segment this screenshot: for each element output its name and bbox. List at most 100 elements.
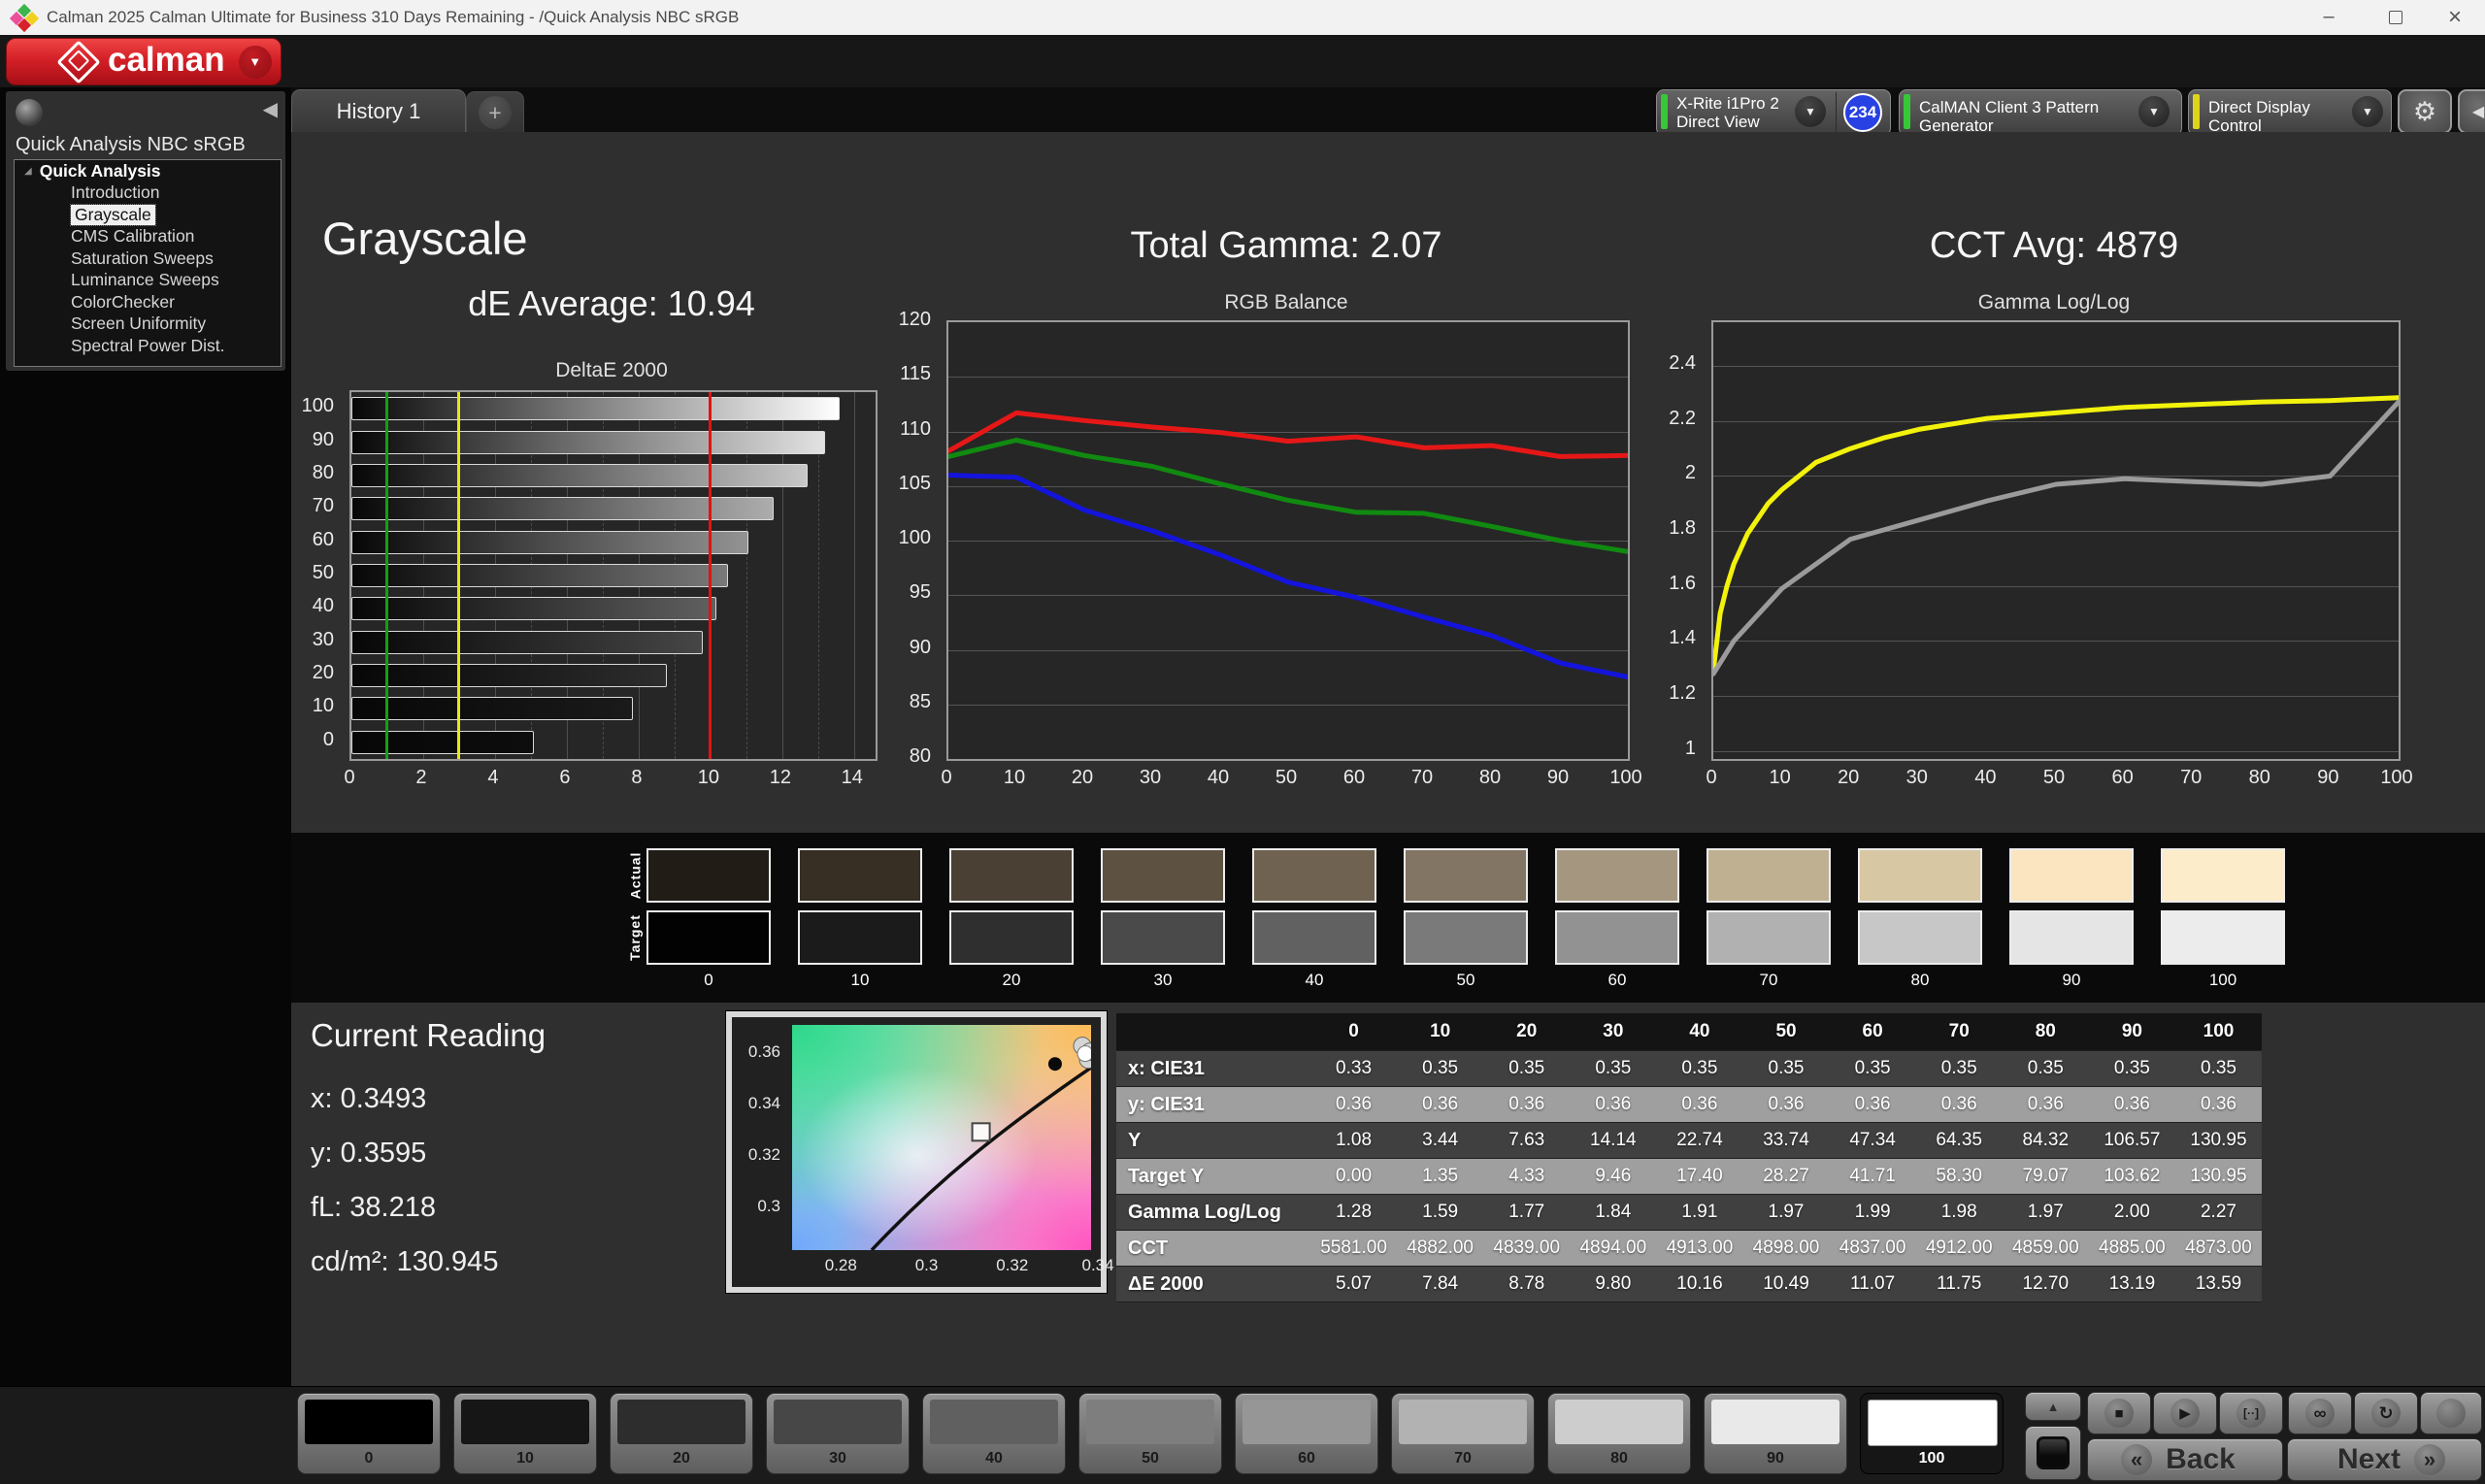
table-cell: 11.75 <box>1916 1273 2003 1295</box>
table-cell: 0.35 <box>1483 1058 1570 1079</box>
pattern-level-0[interactable]: 0 <box>297 1393 441 1474</box>
restore-button[interactable] <box>2366 0 2426 34</box>
axis-tick-label: 20 <box>1821 767 1875 789</box>
sidebar-item-saturation-sweeps[interactable]: Saturation Sweeps <box>15 247 281 270</box>
minimize-button[interactable]: – <box>2299 0 2359 34</box>
gamma-plot <box>1711 320 2401 761</box>
sidebar-item-luminance-sweeps[interactable]: Luminance Sweeps <box>15 270 281 292</box>
target-swatch-0 <box>646 910 771 965</box>
display-dropdown-arrow-icon[interactable]: ▼ <box>2352 96 2383 127</box>
pattern-level-80[interactable]: 80 <box>1547 1393 1691 1474</box>
table-cell: 0.36 <box>1916 1094 2003 1115</box>
meter-mode: Direct View <box>1676 113 1760 131</box>
table-cell: 0.36 <box>2003 1094 2089 1115</box>
table-column-header: 80 <box>2003 1021 2089 1042</box>
extra-button[interactable] <box>2420 1392 2482 1435</box>
table-cell: 10.49 <box>1742 1273 1829 1295</box>
tab-history-1[interactable]: History 1 <box>291 89 466 133</box>
table-header-row: 0102030405060708090100 <box>1116 1013 2262 1051</box>
play-button[interactable]: ▶ <box>2153 1392 2217 1435</box>
settings-button[interactable]: ⚙ <box>2398 89 2452 134</box>
table-cell: 0.36 <box>1310 1094 1397 1115</box>
collapse-panel-button[interactable]: ◀ <box>2458 89 2485 134</box>
pattern-level-10[interactable]: 10 <box>453 1393 597 1474</box>
display-control-dropdown[interactable]: Direct Display Control ▼ <box>2188 89 2392 136</box>
table-cell: 2.27 <box>2175 1202 2262 1223</box>
table-cell: 84.32 <box>2003 1130 2089 1151</box>
sidebar-item-cms-calibration[interactable]: CMS Calibration <box>15 226 281 248</box>
axis-tick-label: 40 <box>287 595 334 617</box>
table-cell: 0.36 <box>1742 1094 1829 1115</box>
table-cell: 13.19 <box>2089 1273 2175 1295</box>
pattern-panel-up-button[interactable]: ▲ <box>2025 1392 2081 1421</box>
reference-line-1 <box>385 392 388 759</box>
sidebar-item-introduction[interactable]: Introduction <box>15 182 281 205</box>
sidebar-item-spectral-power-dist[interactable]: Spectral Power Dist. <box>15 335 281 357</box>
table-cell: 64.35 <box>1916 1130 2003 1151</box>
sidebar-item-grayscale[interactable]: Grayscale <box>15 204 281 226</box>
pattern-window-button[interactable] <box>2025 1426 2081 1480</box>
calman-menu-arrow-icon[interactable]: ▼ <box>239 46 272 79</box>
table-cell: 103.62 <box>2089 1166 2175 1187</box>
table-row-y-cie31: y: CIE310.360.360.360.360.360.360.360.36… <box>1116 1087 2262 1123</box>
deltae-bar-60 <box>351 531 748 554</box>
current-reading-title: Current Reading <box>311 1017 546 1054</box>
close-button[interactable]: × <box>2425 0 2485 34</box>
table-cell: 0.35 <box>1830 1058 1916 1079</box>
play-button-icon: ▶ <box>2170 1399 2200 1428</box>
pattern-level-60[interactable]: 60 <box>1235 1393 1378 1474</box>
table-column-header: 40 <box>1656 1021 1742 1042</box>
swatch-level-label: 90 <box>2009 971 2134 990</box>
sidebar-item-colorchecker[interactable]: ColorChecker <box>15 291 281 313</box>
sidebar-item-quick-analysis[interactable]: ◢Quick Analysis <box>15 160 281 182</box>
reference-line-10 <box>709 392 712 759</box>
pattern-level-30[interactable]: 30 <box>766 1393 910 1474</box>
pattern-generator-dropdown[interactable]: CalMAN Client 3 Pattern Generator ▼ <box>1899 89 2182 136</box>
axis-tick-label: 95 <box>884 581 931 604</box>
page-title: Grayscale <box>322 212 528 265</box>
sidebar-item-screen-uniformity[interactable]: Screen Uniformity <box>15 313 281 336</box>
pattern-level-70[interactable]: 70 <box>1391 1393 1535 1474</box>
meter-status-bar <box>1661 94 1668 129</box>
add-tab-button[interactable]: + <box>466 91 524 133</box>
axis-tick-label: 70 <box>2164 767 2218 789</box>
sidebar-item-label: Saturation Sweeps <box>71 248 214 269</box>
table-cell: 4882.00 <box>1397 1237 1483 1259</box>
meter-level-badge[interactable]: 234 <box>1843 93 1882 132</box>
tree-expander-icon[interactable]: ◢ <box>24 166 32 177</box>
table-cell: 28.27 <box>1742 1166 1829 1187</box>
table-cell: 22.74 <box>1656 1130 1742 1151</box>
pattern-level-40[interactable]: 40 <box>922 1393 1066 1474</box>
axis-tick-label: 90 <box>884 637 931 659</box>
row-label: Y <box>1116 1130 1310 1152</box>
generator-dropdown-arrow-icon[interactable]: ▼ <box>2138 96 2170 127</box>
pattern-level-20[interactable]: 20 <box>610 1393 753 1474</box>
pattern-level-label: 0 <box>298 1450 440 1468</box>
calman-logo-text: calman <box>108 41 225 80</box>
back-button[interactable]: « Back <box>2087 1438 2283 1481</box>
pattern-level-100[interactable]: 100 <box>1860 1393 2004 1474</box>
pattern-level-50[interactable]: 50 <box>1078 1393 1222 1474</box>
axis-tick-label: 0.32 <box>748 1145 780 1165</box>
continuous-measure-button[interactable]: ∞ <box>2288 1392 2352 1435</box>
sidebar-collapse-icon[interactable]: ◀ <box>263 97 278 121</box>
axis-tick-label: 30 <box>1123 767 1177 789</box>
sidebar-round-button[interactable] <box>16 99 43 126</box>
sidebar-tree: ◢Quick AnalysisIntroductionGrayscaleCMS … <box>14 159 282 367</box>
series-measured-gamma <box>1713 402 2399 674</box>
swatch-level-label: 70 <box>1706 971 1831 990</box>
meter-dropdown[interactable]: X-Rite i1Pro 2 Direct View ▼ 234 <box>1656 89 1891 136</box>
loop-button[interactable]: ↻ <box>2354 1392 2418 1435</box>
table-cell: 5581.00 <box>1310 1237 1397 1259</box>
axis-tick-label: 60 <box>1327 767 1381 789</box>
next-button[interactable]: Next » <box>2287 1438 2482 1481</box>
deltae-chart-title: DeltaE 2000 <box>349 359 874 382</box>
stop-button[interactable]: ■ <box>2087 1392 2151 1435</box>
gamma-x-axis: 0102030405060708090100 <box>1711 767 2397 792</box>
meter-dropdown-arrow-icon[interactable]: ▼ <box>1795 96 1826 127</box>
target-swatch-50 <box>1404 910 1528 965</box>
calman-menu-button[interactable]: calman ▼ <box>6 38 282 85</box>
reference-point <box>1048 1057 1062 1071</box>
single-measure-button[interactable]: [··] <box>2219 1392 2283 1435</box>
pattern-level-90[interactable]: 90 <box>1704 1393 1847 1474</box>
